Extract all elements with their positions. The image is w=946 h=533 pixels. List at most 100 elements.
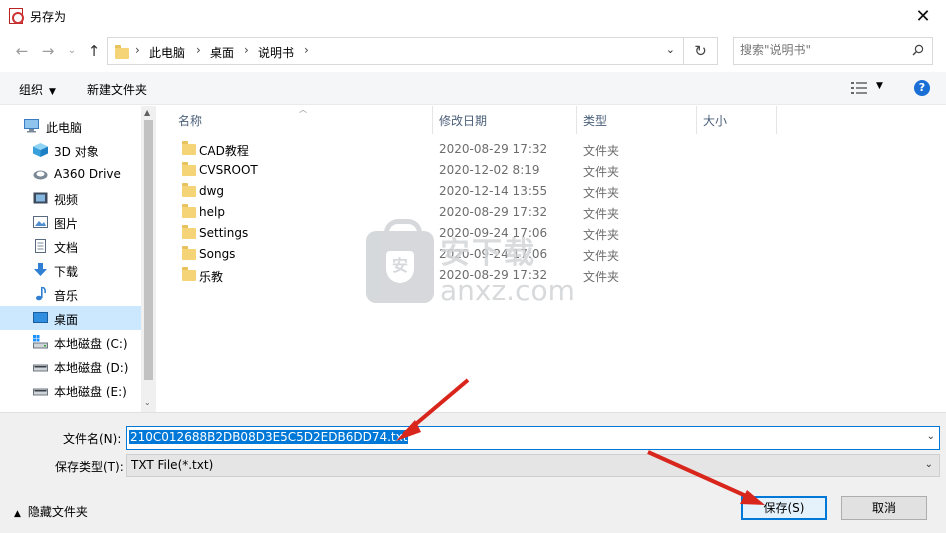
scroll-down-icon[interactable]: ⌄ xyxy=(144,398,151,407)
nav-item-downloads[interactable]: 下载 xyxy=(0,258,141,282)
scroll-up-icon[interactable]: ▲ xyxy=(144,108,150,117)
chevron-down-icon[interactable]: ⌄ xyxy=(925,459,933,470)
folder-icon xyxy=(182,183,196,197)
nav-item-drive-e[interactable]: 本地磁盘 (E:) xyxy=(0,378,141,402)
file-date: 2020-12-14 13:55 xyxy=(439,184,548,198)
file-type: 文件夹 xyxy=(583,270,620,284)
column-divider[interactable] xyxy=(776,106,777,134)
file-name: help xyxy=(199,205,225,219)
column-divider[interactable] xyxy=(696,106,697,134)
file-name: CVSROOT xyxy=(199,163,258,177)
folder-icon xyxy=(182,225,196,239)
file-type: 文件夹 xyxy=(583,249,620,263)
folder-icon xyxy=(115,45,129,59)
filetype-value: TXT File(*.txt) xyxy=(131,458,214,472)
nav-label: 下载 xyxy=(54,265,79,279)
address-bar[interactable]: › 此电脑 › 桌面 › 说明书 › ⌄ xyxy=(107,37,684,65)
breadcrumb-manual[interactable]: 说明书 xyxy=(258,44,294,61)
nav-label: 本地磁盘 (E:) xyxy=(54,385,127,399)
breadcrumb-desktop[interactable]: 桌面 xyxy=(210,44,234,61)
address-dropdown-icon[interactable]: ⌄ xyxy=(666,43,675,56)
file-type: 文件夹 xyxy=(583,228,620,242)
new-folder-button[interactable]: 新建文件夹 xyxy=(87,81,147,98)
filetype-select[interactable]: TXT File(*.txt) ⌄ xyxy=(126,454,940,477)
back-arrow-icon[interactable]: ← xyxy=(12,41,32,61)
table-row[interactable]: CAD教程 2020-08-29 17:32 文件夹 xyxy=(172,139,642,160)
search-icon[interactable] xyxy=(912,44,924,56)
download-icon xyxy=(34,263,47,276)
breadcrumb-this-pc[interactable]: 此电脑 xyxy=(149,44,185,61)
nav-item-a360-drive[interactable]: A360 Drive xyxy=(0,162,141,186)
cancel-button[interactable]: 取消 xyxy=(841,496,927,520)
file-type: 文件夹 xyxy=(583,165,620,179)
hide-folders-toggle[interactable]: ▲ 隐藏文件夹 xyxy=(14,503,88,520)
up-arrow-icon[interactable]: ↑ xyxy=(84,41,104,61)
chevron-down-icon[interactable]: ⌄ xyxy=(927,431,935,442)
toolbar: 组织 ▼ 新建文件夹 ▼ ? xyxy=(0,72,946,105)
nav-label: 本地磁盘 (D:) xyxy=(54,361,129,375)
filename-value[interactable]: 210C012688B2DB08D3E5C5D2EDB6DD74.txt xyxy=(129,430,409,444)
nav-item-desktop[interactable]: 桌面 xyxy=(0,306,141,330)
nav-item-drive-c[interactable]: 本地磁盘 (C:) xyxy=(0,330,141,354)
desktop-icon xyxy=(33,312,48,323)
refresh-icon[interactable]: ↻ xyxy=(684,37,718,65)
save-button[interactable]: 保存(S) xyxy=(741,496,827,520)
nav-label: 3D 对象 xyxy=(54,145,99,159)
picture-icon xyxy=(33,216,48,228)
computer-icon xyxy=(24,119,39,133)
nav-item-this-pc[interactable]: 此电脑 xyxy=(0,114,141,138)
cloud-drive-icon xyxy=(33,170,48,180)
view-options-icon[interactable] xyxy=(851,82,867,94)
search-input[interactable] xyxy=(740,43,900,57)
table-row[interactable]: CVSROOT 2020-12-02 8:19 文件夹 xyxy=(172,160,642,181)
filetype-label: 保存类型(T): xyxy=(55,460,124,474)
view-caret-down-icon[interactable]: ▼ xyxy=(876,81,883,91)
search-box[interactable] xyxy=(733,37,933,65)
save-form: 文件名(N): 210C012688B2DB08D3E5C5D2EDB6DD74… xyxy=(0,412,946,533)
navigation-pane: 此电脑 3D 对象 A360 Drive 视频 图片 文档 下载 音乐 桌面 本… xyxy=(0,106,156,412)
music-icon xyxy=(36,287,46,301)
folder-icon xyxy=(182,162,196,176)
nav-item-documents[interactable]: 文档 xyxy=(0,234,141,258)
nav-label: 文档 xyxy=(54,241,79,255)
file-type: 文件夹 xyxy=(583,144,620,158)
nav-label: 音乐 xyxy=(54,289,79,303)
organize-label: 组织 xyxy=(19,83,44,97)
nav-item-pictures[interactable]: 图片 xyxy=(0,210,141,234)
column-divider[interactable] xyxy=(576,106,577,134)
file-name: dwg xyxy=(199,184,225,198)
column-divider[interactable] xyxy=(432,106,433,134)
organize-menu[interactable]: 组织 ▼ xyxy=(19,81,56,98)
recent-locations-chevron-icon[interactable]: ⌄ xyxy=(62,41,82,61)
nav-item-videos[interactable]: 视频 xyxy=(0,186,141,210)
video-icon xyxy=(33,192,48,204)
column-header-type[interactable]: 类型 xyxy=(583,112,607,129)
folder-icon xyxy=(182,204,196,218)
column-header-date[interactable]: 修改日期 xyxy=(439,112,487,129)
nav-item-music[interactable]: 音乐 xyxy=(0,282,141,306)
forward-arrow-icon[interactable]: → xyxy=(38,41,58,61)
nav-label: 图片 xyxy=(54,217,79,231)
watermark-url: anxz.com xyxy=(440,274,575,307)
column-header-size[interactable]: 大小 xyxy=(703,112,727,129)
hide-folders-label: 隐藏文件夹 xyxy=(27,505,88,519)
close-button[interactable]: ✕ xyxy=(900,0,946,32)
nav-item-3d-objects[interactable]: 3D 对象 xyxy=(0,138,141,162)
help-icon[interactable]: ? xyxy=(914,80,930,96)
nav-scrollbar[interactable]: ▲ ⌄ xyxy=(141,106,156,412)
filename-field[interactable]: 210C012688B2DB08D3E5C5D2EDB6DD74.txt ⌄ xyxy=(126,426,940,450)
column-header-name[interactable]: 名称 xyxy=(178,112,202,129)
filename-label: 文件名(N): xyxy=(63,432,122,446)
file-date: 2020-12-02 8:19 xyxy=(439,163,540,177)
table-row[interactable]: dwg 2020-12-14 13:55 文件夹 xyxy=(172,181,642,202)
file-name: 乐教 xyxy=(199,270,224,284)
breadcrumb-separator: › xyxy=(196,43,201,57)
document-icon xyxy=(35,239,46,253)
scrollbar-thumb[interactable] xyxy=(144,120,153,380)
window-title: 另存为 xyxy=(30,10,67,24)
file-type: 文件夹 xyxy=(583,186,620,200)
file-name: Songs xyxy=(199,247,236,261)
folder-icon xyxy=(182,267,196,281)
nav-item-drive-d[interactable]: 本地磁盘 (D:) xyxy=(0,354,141,378)
drive-c-icon xyxy=(33,335,48,349)
